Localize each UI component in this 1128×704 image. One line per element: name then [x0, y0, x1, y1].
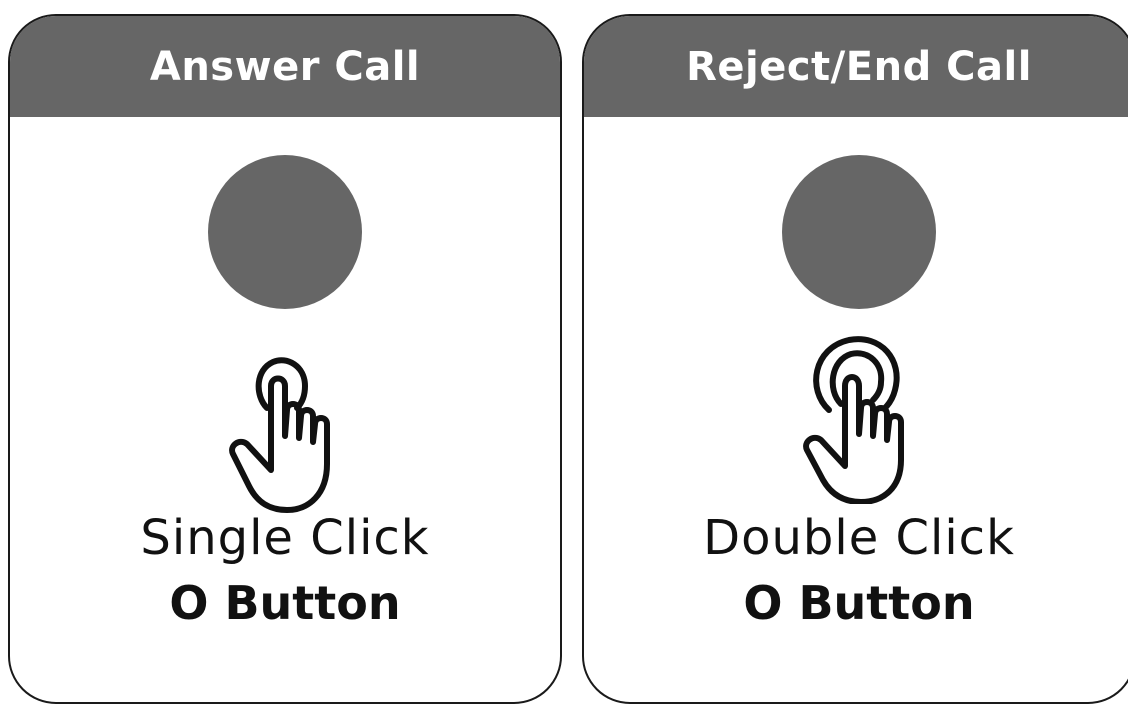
o-button-circle	[782, 155, 936, 309]
answer-call-card: Answer Call Single Click O Button	[8, 14, 562, 704]
button-label: O Button	[743, 576, 975, 630]
card-title: Reject/End Call	[584, 16, 1128, 117]
reject-end-call-card: Reject/End Call Double Click O Button	[582, 14, 1128, 704]
card-title: Answer Call	[10, 16, 560, 117]
single-tap-hand-icon	[229, 357, 330, 513]
o-button-circle	[208, 155, 362, 309]
double-tap-hand-icon	[803, 336, 904, 504]
button-label: O Button	[169, 576, 401, 630]
action-label: Single Click	[140, 510, 430, 566]
action-label: Double Click	[703, 510, 1015, 566]
